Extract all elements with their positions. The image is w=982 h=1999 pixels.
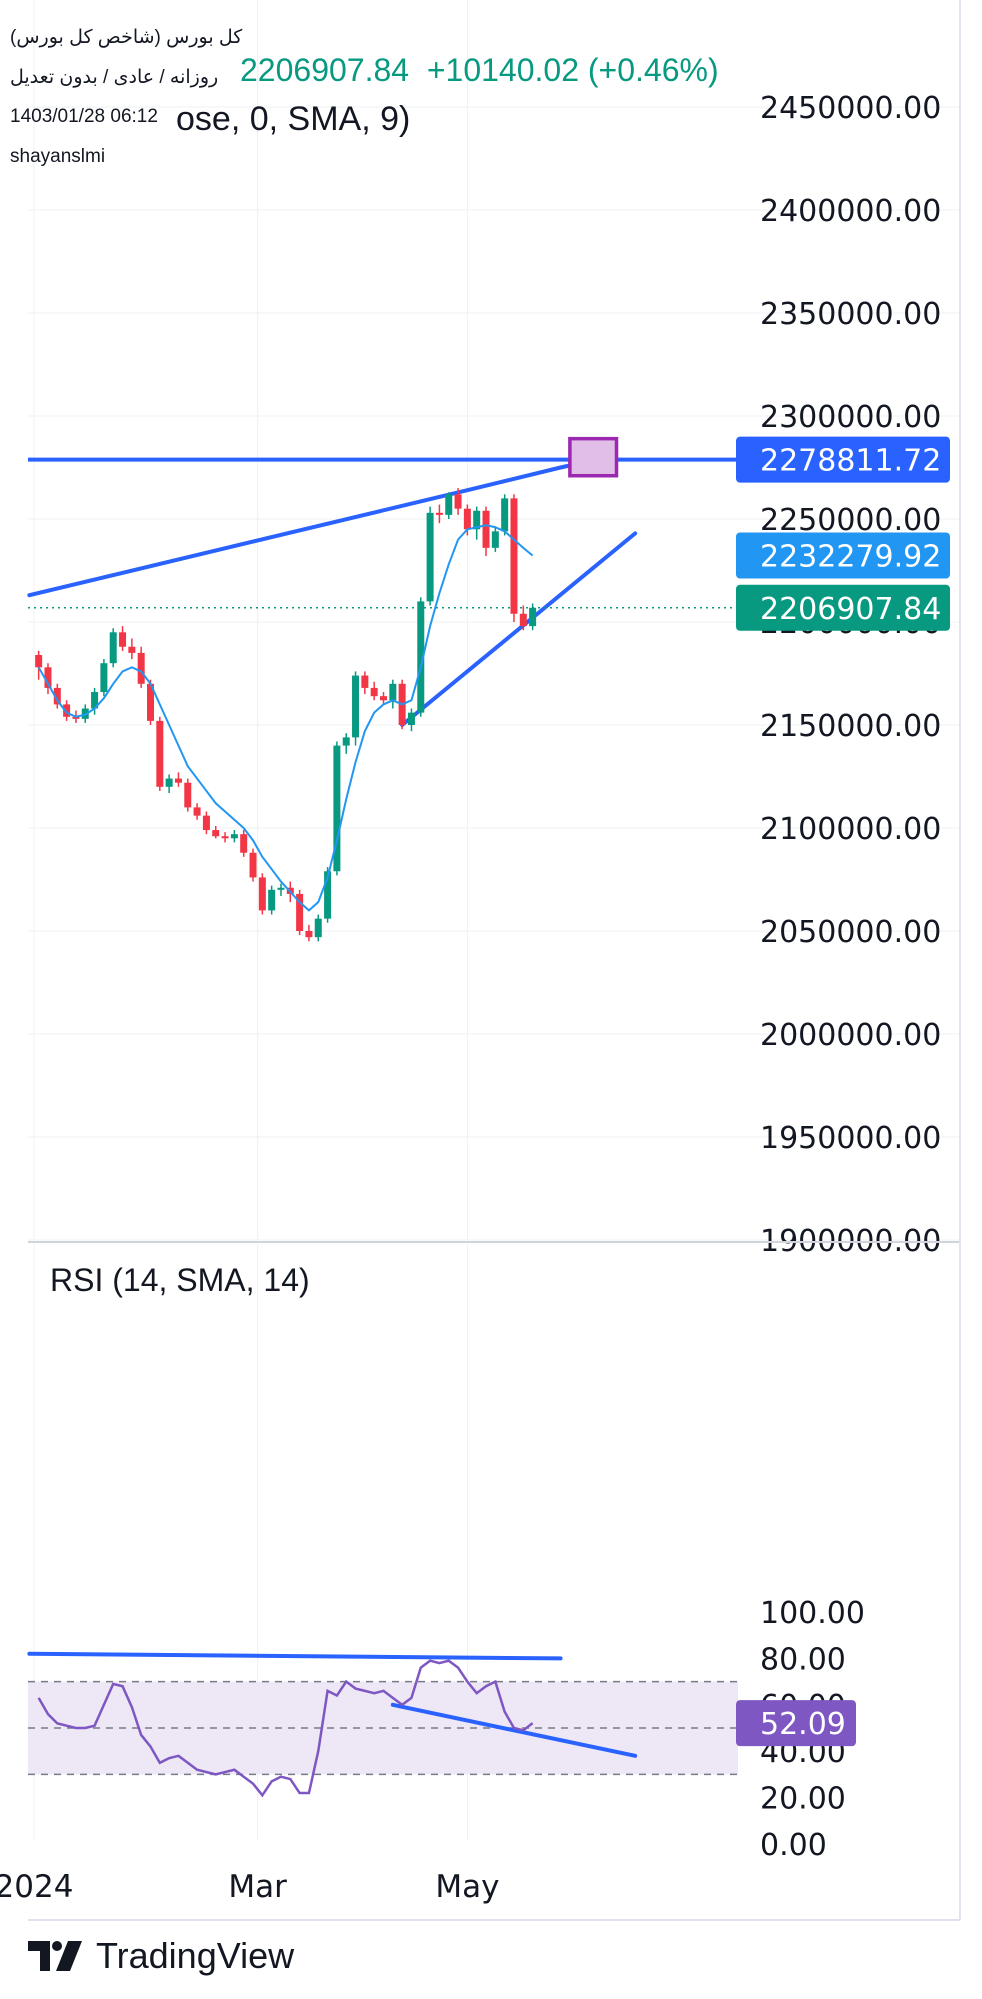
candle-body[interactable] [174,778,182,783]
rsi-tick-label: 20.00 [760,1782,846,1817]
sma-line[interactable] [37,524,534,912]
price-tick-label: 2300000.00 [760,400,941,435]
candle-body[interactable] [165,778,173,787]
candle-body[interactable] [240,834,248,853]
candle-body[interactable] [519,613,527,627]
candle-body[interactable] [380,696,387,701]
candle-body[interactable] [352,675,360,738]
tradingview-logo[interactable]: TradingView [28,1935,294,1977]
rsi-grid [28,1244,738,1840]
price-tick-label: 2000000.00 [760,1018,941,1053]
rsi-legend: RSI (14, SMA, 14) [50,1262,310,1298]
price-axis-label: 2278811.72 [760,444,941,479]
candle-body[interactable] [370,687,378,697]
rsi-axis-label: 52.09 [760,1707,846,1742]
candle-body[interactable] [249,852,257,878]
tradingview-logo-icon [28,1941,82,1971]
candle-body[interactable] [193,807,201,816]
price-plot[interactable] [27,436,738,942]
time-tick-label: Mar [228,1869,287,1905]
tradingview-wordmark: TradingView [96,1935,295,1976]
author: shayanslmi [10,146,106,167]
chart-canvas[interactable]: 2450000.00 2400000.00 2350000.00 2300000.00… [0,0,982,1999]
candle-body[interactable] [426,512,434,602]
timestamp: 1403/01/28 06:12 [10,106,158,127]
candle-body[interactable] [35,654,43,668]
price-axis[interactable]: 2450000.00 2400000.00 2350000.00 2300000.00… [736,91,950,1259]
rsi-upper-trendline[interactable] [27,1651,563,1661]
candle-body[interactable] [445,494,453,515]
rsi-tick-label: 80.00 [760,1642,846,1677]
candle-body[interactable] [491,531,499,548]
candle-body[interactable] [277,887,285,890]
price-axis-label: 2232279.92 [760,540,941,575]
price-tick-label: 2400000.00 [760,194,941,229]
candle-body[interactable] [389,683,397,701]
candle-body[interactable] [314,918,322,938]
candle-body[interactable] [342,737,350,746]
candle-body[interactable] [435,512,443,515]
rsi-tick-label: 100.00 [760,1596,865,1631]
candle-body[interactable] [230,834,238,839]
time-axis[interactable]: 2024 Mar May [0,1869,499,1905]
candle-body[interactable] [128,646,136,653]
price-tick-label: 2050000.00 [760,915,941,950]
price-tick-label: 2350000.00 [760,297,941,332]
candle-body[interactable] [501,498,509,532]
candle-body[interactable] [361,675,369,688]
candle-body[interactable] [184,782,192,808]
candle-body[interactable] [463,508,471,530]
candle-body[interactable] [202,815,210,831]
candle-body[interactable] [100,663,108,693]
candle-body[interactable] [212,830,220,837]
price-change: +10140.02 (+0.46%) [426,52,719,88]
time-tick-label: 2024 [0,1869,73,1905]
candle-body[interactable] [305,931,313,938]
last-price: 2206907.84 [240,52,410,88]
candle-body[interactable] [156,720,164,787]
price-axis-label: 2206907.84 [760,592,941,627]
candle-body[interactable] [258,877,266,911]
price-tick-label: 1950000.00 [760,1121,941,1156]
candle-body[interactable] [482,510,490,548]
candle-body[interactable] [407,712,415,725]
rsi-axis[interactable]: 100.0080.0060.0040.0020.000.0052.09 [736,1596,865,1863]
symbol-settings: روزانه / عادی / بدون تعدیل [10,67,219,88]
rsi-tick-label: 0.00 [760,1828,827,1863]
candle-body[interactable] [510,498,518,614]
candle-body[interactable] [137,652,145,684]
candle-body[interactable] [529,607,537,627]
candle-body[interactable] [454,494,462,509]
candle-body[interactable] [119,632,127,647]
candle-body[interactable] [109,632,117,664]
lower-trendline[interactable] [400,531,638,727]
ma-legend: ose, 0, SMA, 9) [176,100,411,138]
price-tick-label: 2150000.00 [760,709,941,744]
symbol-name: کل بورس (شاخص کل بورس) [10,27,243,48]
candle-body[interactable] [268,889,276,911]
chart-frame [28,0,961,1921]
candle-body[interactable] [221,836,229,839]
price-tick-label: 2100000.00 [760,812,941,847]
time-tick-label: May [435,1869,499,1905]
price-change-readout: 2206907.84 +10140.02 (+0.46%) [240,52,719,89]
price-tick-label: 2450000.00 [760,91,941,126]
target-box[interactable] [568,436,619,478]
